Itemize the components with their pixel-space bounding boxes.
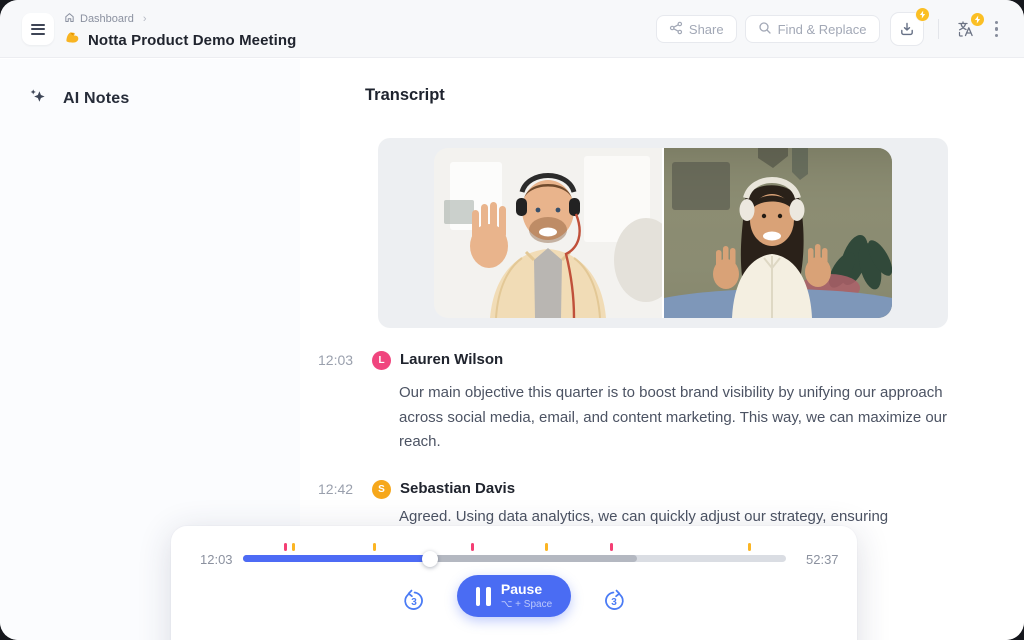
sidebar-item-label: AI Notes (63, 90, 130, 107)
highlight-marker[interactable] (283, 543, 287, 551)
pause-button[interactable]: Pause ⌥ + Space (457, 575, 571, 617)
pause-icon (475, 586, 491, 606)
video-thumbnail-card (378, 138, 948, 328)
speaker-avatar: L (372, 351, 391, 370)
pause-button-label: Pause (500, 581, 543, 598)
download-icon (900, 22, 913, 36)
highlight-marker[interactable] (544, 543, 548, 551)
meeting-title-row: Notta Product Demo Meeting (63, 29, 296, 51)
skip-back-icon: 3 (404, 589, 423, 610)
top-bar: Dashboard › Notta Product Demo Meeting S… (0, 0, 1024, 58)
highlight-marker[interactable] (610, 543, 614, 551)
transcript-text[interactable]: Our main objective this quarter is to bo… (399, 381, 947, 455)
translate-button[interactable] (953, 12, 985, 42)
highlight-marker-layer (243, 543, 786, 551)
page-title: Notta Product Demo Meeting (88, 31, 297, 49)
pause-shortcut-hint: ⌥ + Space (500, 598, 553, 610)
audio-player: 12:03 52:37 3 Pause ⌥ + Space 3 (171, 526, 857, 640)
speaker-name[interactable]: Sebastian Davis (400, 480, 515, 497)
share-icon (669, 21, 683, 38)
header-actions: Share Find & Replace (655, 0, 1003, 58)
share-button[interactable]: Share (655, 15, 737, 43)
muscle-emoji-icon (63, 29, 80, 51)
highlight-marker[interactable] (747, 543, 751, 551)
sidebar-item-ai-notes[interactable]: AI Notes (0, 59, 300, 111)
highlight-marker[interactable] (471, 543, 475, 551)
share-button-label: Share (688, 21, 724, 37)
notta-app-window: Dashboard › Notta Product Demo Meeting S… (0, 0, 1024, 640)
skip-forward-button[interactable]: 3 (601, 588, 627, 614)
progress-knob[interactable] (422, 550, 439, 567)
player-controls: 3 Pause ⌥ + Space 3 (171, 575, 857, 617)
home-icon (64, 12, 75, 26)
premium-badge-icon (969, 12, 985, 27)
search-icon (758, 21, 772, 38)
sparkles-icon (28, 87, 47, 111)
chevron-right-icon: › (142, 13, 147, 25)
premium-badge-icon (914, 7, 930, 22)
more-options-button[interactable] (991, 17, 1003, 42)
highlight-marker[interactable] (291, 543, 295, 551)
breadcrumb[interactable]: Dashboard › (64, 12, 147, 26)
progress-fill (243, 555, 431, 562)
export-download-button[interactable] (889, 7, 930, 46)
highlight-marker[interactable] (373, 543, 377, 551)
hamburger-icon (31, 21, 45, 37)
total-time: 52:37 (806, 552, 839, 567)
entry-timestamp[interactable]: 12:03 (318, 352, 353, 368)
breadcrumb-label: Dashboard (80, 13, 134, 25)
speaker-avatar: S (372, 480, 391, 499)
header-divider (937, 19, 939, 39)
meeting-video-thumbnail[interactable] (434, 148, 892, 318)
svg-text:3: 3 (411, 596, 417, 607)
find-replace-button[interactable]: Find & Replace (744, 15, 880, 43)
section-title: Transcript (365, 86, 445, 104)
find-replace-label: Find & Replace (777, 21, 867, 37)
entry-timestamp[interactable]: 12:42 (318, 481, 353, 497)
hamburger-menu-button[interactable] (22, 13, 54, 45)
skip-forward-icon: 3 (605, 589, 624, 610)
svg-text:3: 3 (611, 596, 617, 607)
skip-back-button[interactable]: 3 (401, 588, 427, 614)
current-time: 12:03 (200, 552, 233, 567)
progress-bar[interactable] (243, 550, 786, 567)
speaker-name[interactable]: Lauren Wilson (400, 351, 503, 368)
